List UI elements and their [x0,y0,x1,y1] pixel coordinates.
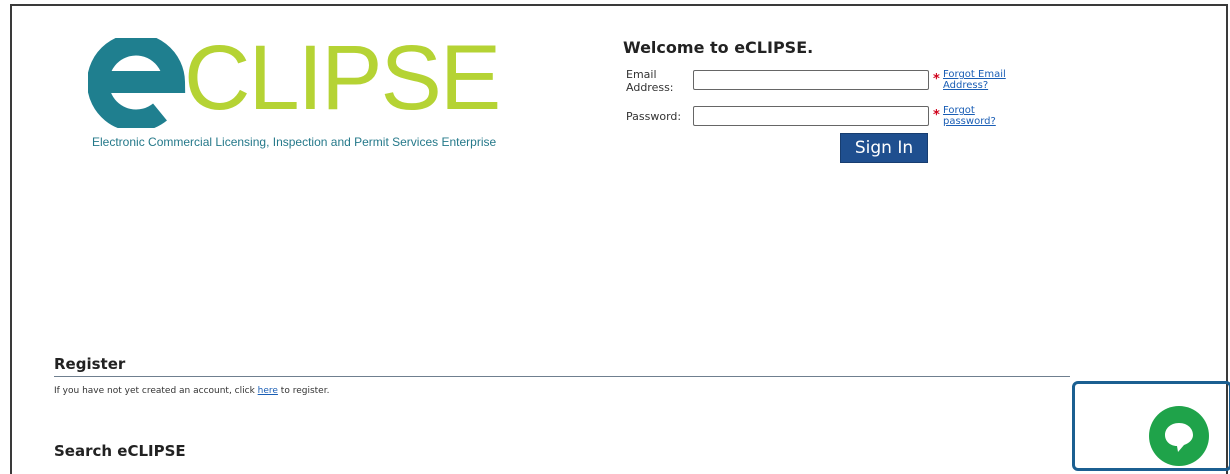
register-heading: Register [54,355,126,373]
eclipse-e-icon [88,38,186,128]
chat-bubble-icon[interactable] [1148,405,1210,467]
welcome-title: Welcome to eCLIPSE. [623,38,814,57]
forgot-password-line-2: password? [943,116,996,127]
logo-tagline: Electronic Commercial Licensing, Inspect… [92,135,497,149]
forgot-password-line-1: Forgot [943,105,975,116]
register-text-before: If you have not yet created an account, … [54,386,258,396]
search-heading: Search eCLIPSE [54,442,186,460]
sign-in-button[interactable]: Sign In [840,133,928,163]
register-here-link[interactable]: here [258,386,278,396]
register-text-after: to register. [277,386,330,396]
forgot-password-link[interactable]: Forgot password? [943,105,996,127]
email-label-line-2: Address: [626,81,674,94]
password-field[interactable] [693,106,929,126]
register-text: If you have not yet created an account, … [54,386,329,396]
email-label-line-1: Email [626,68,657,81]
email-label: Email Address: [626,68,674,94]
password-label: Password: [626,110,682,123]
eclipse-logo: CLIPSE Electronic Commercial Licensing, … [88,32,538,156]
email-field[interactable] [693,70,929,90]
forgot-email-line-2: Address? [943,80,989,91]
register-divider [54,376,1070,377]
forgot-email-line-1: Forgot Email [943,69,1006,80]
logo-wordmark: CLIPSE [184,27,501,129]
email-required-mark: * [933,72,940,87]
password-required-mark: * [933,108,940,123]
forgot-email-link[interactable]: Forgot Email Address? [943,69,1006,91]
